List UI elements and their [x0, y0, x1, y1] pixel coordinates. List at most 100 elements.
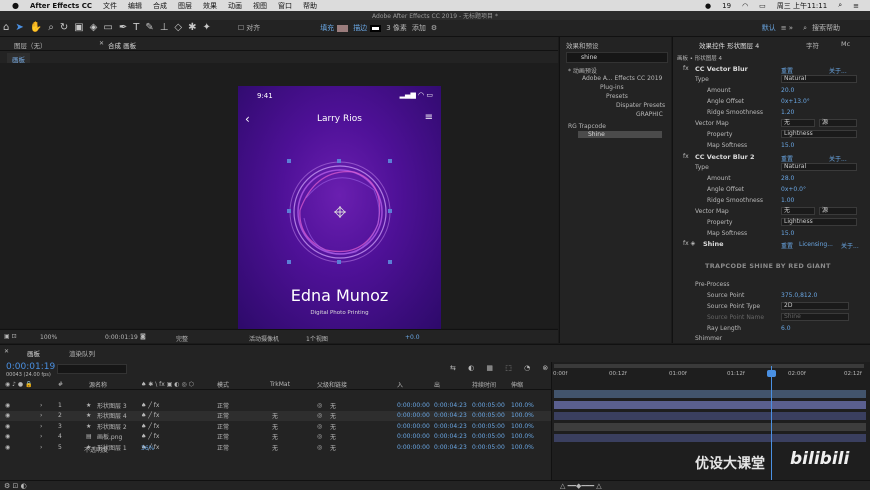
status-icon[interactable]: ●: [705, 2, 711, 10]
layer-visibility-icon[interactable]: ◉: [5, 433, 10, 440]
shine-preprocess[interactable]: Pre-Process: [695, 281, 729, 288]
playhead-handle-icon[interactable]: [767, 370, 776, 377]
shine-ray[interactable]: 6.0: [781, 325, 791, 332]
brush-tool-icon[interactable]: ✎: [145, 23, 153, 33]
rotate-tool-icon[interactable]: ↻: [60, 23, 68, 33]
blur2-reset[interactable]: 重置: [781, 154, 793, 163]
pen-tool-icon[interactable]: ✒: [119, 23, 127, 33]
wifi-icon[interactable]: ◠: [742, 2, 748, 10]
footer-icons[interactable]: ⚙ ⊡ ◐: [4, 482, 27, 490]
effect-controls-title[interactable]: 效果控件 形状图层 4: [699, 40, 759, 50]
effects-search-input[interactable]: shine: [566, 52, 668, 63]
tree-plugins[interactable]: Plug-ins: [600, 84, 624, 91]
fx-icon[interactable]: fx: [683, 65, 689, 72]
blur1-angle[interactable]: 0x+13.0°: [781, 98, 810, 105]
tab-layer[interactable]: 图层（无）: [14, 40, 47, 50]
quality-dropdown[interactable]: 完整: [176, 334, 188, 343]
shine-sp[interactable]: 375.0,812.0: [781, 292, 817, 299]
stamp-tool-icon[interactable]: ⊥: [160, 23, 169, 33]
workspace-menu-icon[interactable]: ≡ »: [781, 24, 793, 32]
menu-window[interactable]: 窗口: [278, 1, 292, 11]
pan-behind-tool-icon[interactable]: ◈: [90, 23, 98, 33]
active-camera-dropdown[interactable]: 活动摄像机: [249, 334, 279, 343]
blur2-about[interactable]: 关于...: [829, 154, 847, 163]
shine-shimmer[interactable]: Shimmer: [695, 335, 722, 342]
parent-pickwhip-icon[interactable]: ◎: [317, 433, 322, 440]
roto-tool-icon[interactable]: ✱: [188, 23, 196, 33]
tree-graphic[interactable]: GRAPHIC: [636, 111, 663, 118]
timeline-tools-icons[interactable]: ⇆ ◐ ▦ ⬚ ◔ ⊗: [450, 364, 553, 372]
align-checkbox[interactable]: ☐: [238, 24, 244, 32]
layer-out[interactable]: 0:00:04:23: [434, 423, 467, 430]
add-icon[interactable]: ⚙: [431, 24, 437, 32]
layer-switches[interactable]: ♠ ╱ fx: [141, 412, 159, 419]
layer-stretch[interactable]: 100.0%: [511, 444, 534, 451]
tab-mc[interactable]: Mc: [841, 40, 850, 48]
layer-name[interactable]: 画板.png: [97, 432, 122, 441]
layer-expand-icon[interactable]: ›: [40, 412, 42, 419]
eraser-tool-icon[interactable]: ◇: [174, 23, 182, 33]
layer-mode[interactable]: 正常: [217, 411, 229, 420]
blur1-vmap-source[interactable]: 源: [819, 119, 857, 127]
tab-composition[interactable]: 合成 画板: [108, 40, 136, 50]
layer-bar[interactable]: [554, 401, 866, 409]
menu-file[interactable]: 文件: [103, 1, 117, 11]
menu-effect[interactable]: 效果: [203, 1, 217, 11]
tree-rg-trapcode[interactable]: RG Trapcode: [568, 123, 606, 130]
fill-label[interactable]: 填充: [320, 23, 334, 33]
layer-duration[interactable]: 0:00:05:00: [472, 412, 505, 419]
layer-trkmat[interactable]: 无: [272, 432, 278, 441]
layer-bar[interactable]: [554, 434, 866, 442]
layer-parent[interactable]: 无: [330, 411, 336, 420]
layer-mode[interactable]: 正常: [217, 432, 229, 441]
selection-tool-icon[interactable]: ➤: [15, 23, 23, 33]
hand-tool-icon[interactable]: ✋: [30, 23, 42, 33]
layer-stretch[interactable]: 100.0%: [511, 402, 534, 409]
help-search-icon[interactable]: ⌕: [803, 24, 807, 33]
fx-icon[interactable]: fx ◈: [683, 240, 695, 247]
add-label[interactable]: 添加: [412, 23, 426, 33]
layer-row[interactable]: ◉ › 1 ★ 形状图层 3 ♠ ╱ fx 正常 ◎ 无 0:00:00:00 0:00:04:23…: [0, 400, 551, 410]
blur2-angle[interactable]: 0x+0.0°: [781, 186, 806, 193]
blur1-name[interactable]: CC Vector Blur: [695, 65, 748, 73]
layer-in[interactable]: 0:00:00:00: [397, 423, 430, 430]
stroke-swatch[interactable]: [370, 24, 382, 32]
layer-stretch[interactable]: 100.0%: [511, 433, 534, 440]
layer-parent[interactable]: 无: [330, 422, 336, 431]
effects-panel-title[interactable]: 效果和预设: [566, 40, 599, 50]
menu-edit[interactable]: 编辑: [128, 1, 142, 11]
playhead[interactable]: [771, 366, 772, 490]
layer-in[interactable]: 0:00:00:00: [397, 412, 430, 419]
blur2-vmap-dropdown[interactable]: 无: [781, 207, 815, 215]
parent-pickwhip-icon[interactable]: ◎: [317, 444, 322, 451]
layer-trkmat[interactable]: 无: [272, 422, 278, 431]
layer-row[interactable]: ◉ › 2 ★ 形状图层 4 ♠ ╱ fx 正常 无 ◎ 无 0:00:00:00 0:00:04:2…: [0, 410, 551, 421]
fx-icon[interactable]: fx: [683, 153, 689, 160]
menu-animation[interactable]: 动画: [228, 1, 242, 11]
layer-bar[interactable]: [554, 423, 866, 431]
layer-duration[interactable]: 0:00:05:00: [472, 444, 505, 451]
apple-icon[interactable]: ●: [12, 1, 19, 10]
blur1-about[interactable]: 关于...: [829, 66, 847, 75]
timeline-tab[interactable]: 画板: [27, 348, 40, 358]
layer-in[interactable]: 0:00:00:00: [397, 444, 430, 451]
layer-visibility-icon[interactable]: ◉: [5, 402, 10, 409]
blur2-soft[interactable]: 15.0: [781, 230, 794, 237]
camera-tool-icon[interactable]: ▣: [74, 23, 83, 33]
search-icon[interactable]: ⌕: [838, 1, 842, 10]
blur1-vmap-dropdown[interactable]: 无: [781, 119, 815, 127]
layer-visibility-icon[interactable]: ◉: [5, 423, 10, 430]
parent-pickwhip-icon[interactable]: ◎: [317, 402, 322, 409]
blur2-vmap-source[interactable]: 源: [819, 207, 857, 215]
layer-expand-icon[interactable]: ›: [40, 444, 42, 451]
layer-duration[interactable]: 0:00:05:00: [472, 423, 505, 430]
snapshot-icon[interactable]: ▣ ⊡: [4, 333, 17, 340]
layer-out[interactable]: 0:00:04:23: [434, 412, 467, 419]
work-area-bar[interactable]: [554, 364, 864, 368]
battery-icon[interactable]: ▭: [759, 2, 766, 10]
layer-mode[interactable]: 正常: [217, 401, 229, 410]
tree-presets[interactable]: Presets: [606, 93, 628, 100]
menu-help[interactable]: 帮助: [303, 1, 317, 11]
blur2-ridge[interactable]: 1.00: [781, 197, 794, 204]
exposure-value[interactable]: +0.0: [405, 334, 420, 341]
